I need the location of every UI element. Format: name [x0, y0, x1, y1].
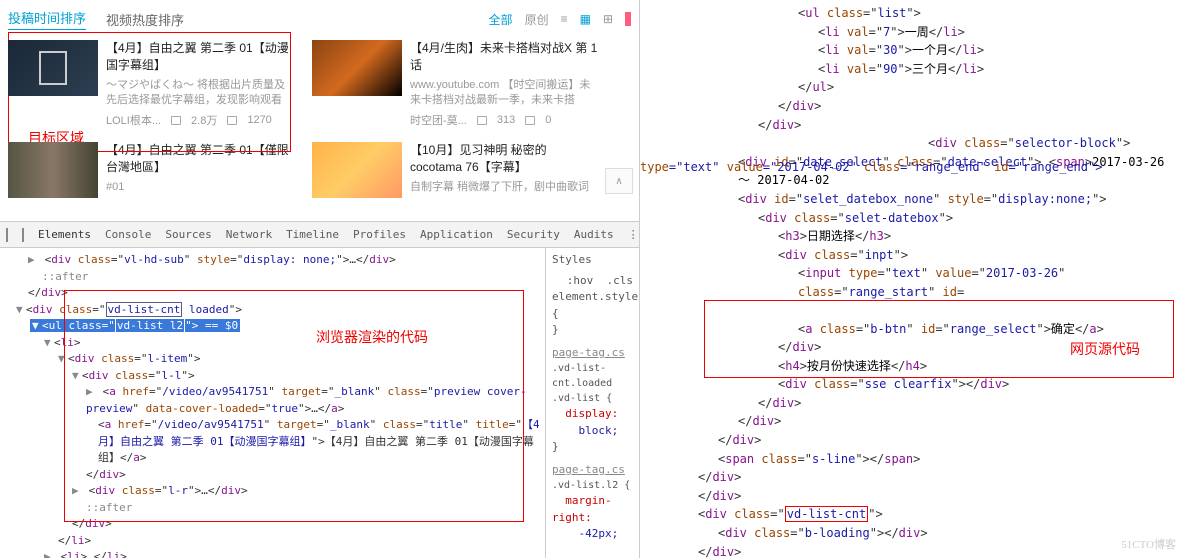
sort-tab-time[interactable]: 投稿时间排序	[8, 8, 86, 30]
devtools-tab-elements[interactable]: Elements	[38, 228, 91, 241]
devtools-tab-application[interactable]: Application	[420, 228, 493, 241]
filter-all[interactable]: 全部	[489, 11, 513, 28]
devtools-menu-icon[interactable]: ⋮	[628, 228, 639, 241]
danmu-icon	[525, 116, 535, 125]
watermark: 51CTO博客	[1121, 537, 1176, 554]
video-desc: www.youtube.com 【时空间搬运】未来卡搭档对战最新一季，未来卡搭	[410, 78, 598, 109]
video-title[interactable]: 【10月】见习神明 秘密的cocotama 76【字幕】	[410, 142, 598, 176]
scroll-top-button[interactable]: ∧	[605, 168, 633, 194]
styles-pane[interactable]: Styles :hov .cls element.style { } page-…	[545, 248, 639, 558]
devtools-tab-network[interactable]: Network	[226, 228, 272, 241]
devtools-tab-security[interactable]: Security	[507, 228, 560, 241]
video-item[interactable]: 【4月】自由之翼 第二季 01【僅限台灣地區】 #01	[8, 142, 294, 199]
video-thumbnail[interactable]	[312, 40, 402, 96]
sort-tabs: 投稿时间排序 视频热度排序 全部 原创 ≡ ▦ ⊞	[8, 8, 631, 30]
inspect-icon[interactable]	[6, 228, 8, 242]
sort-tab-hot[interactable]: 视频热度排序	[106, 10, 184, 29]
video-thumbnail[interactable]	[312, 142, 402, 198]
video-desc: ～マジやばくね～ 将根据出片质量及先后选择最优字幕组，发现影响观看	[106, 78, 294, 109]
video-meta: LOLI根本... 2.8万 1270	[106, 112, 294, 128]
view-list-icon[interactable]: ≡	[561, 12, 568, 26]
devtools-panel: Elements Console Sources Network Timelin…	[0, 221, 639, 558]
devtools-tab-sources[interactable]: Sources	[165, 228, 211, 241]
video-item[interactable]: 【4月/生肉】未来卡搭档对战X 第 1 话 www.youtube.com 【时…	[312, 40, 598, 128]
source-label: 网页源代码	[1070, 340, 1140, 362]
filter-original[interactable]: 原创	[525, 11, 549, 28]
devtools-tab-audits[interactable]: Audits	[574, 228, 614, 241]
video-desc: #01	[106, 180, 294, 195]
devtools-label: 浏览器渲染的代码	[316, 328, 428, 349]
video-meta: 时空团-莫... 313 0	[410, 112, 598, 128]
play-icon	[171, 116, 181, 125]
view-grid-icon[interactable]: ▦	[580, 12, 591, 26]
play-icon	[477, 116, 487, 125]
video-thumbnail[interactable]	[8, 142, 98, 198]
pink-edge	[625, 12, 631, 26]
video-title[interactable]: 【4月/生肉】未来卡搭档对战X 第 1 话	[410, 40, 598, 74]
elements-tree[interactable]: ▶ <div class="vl-hd-sub" style="display:…	[0, 248, 545, 558]
video-title[interactable]: 【4月】自由之翼 第二季 01【动漫国字幕组】	[106, 40, 294, 74]
device-icon[interactable]	[22, 228, 24, 242]
devtools-tab-timeline[interactable]: Timeline	[286, 228, 339, 241]
video-desc: 自制字幕 稍微爆了下肝，剧中曲歌词	[410, 180, 598, 195]
video-title[interactable]: 【4月】自由之翼 第二季 01【僅限台灣地區】	[106, 142, 294, 176]
danmu-icon	[227, 116, 237, 125]
view-tile-icon[interactable]: ⊞	[603, 12, 613, 26]
video-item[interactable]: 【4月】自由之翼 第二季 01【动漫国字幕组】 ～マジやばくね～ 将根据出片质量…	[8, 40, 294, 128]
devtools-tab-profiles[interactable]: Profiles	[353, 228, 406, 241]
video-thumbnail[interactable]	[8, 40, 98, 96]
devtools-tab-console[interactable]: Console	[105, 228, 151, 241]
video-item[interactable]: 【10月】见习神明 秘密的cocotama 76【字幕】 自制字幕 稍微爆了下肝…	[312, 142, 598, 199]
source-code-pane[interactable]: <ul class="list"> <li val="7">一周</li> <l…	[640, 0, 1184, 558]
